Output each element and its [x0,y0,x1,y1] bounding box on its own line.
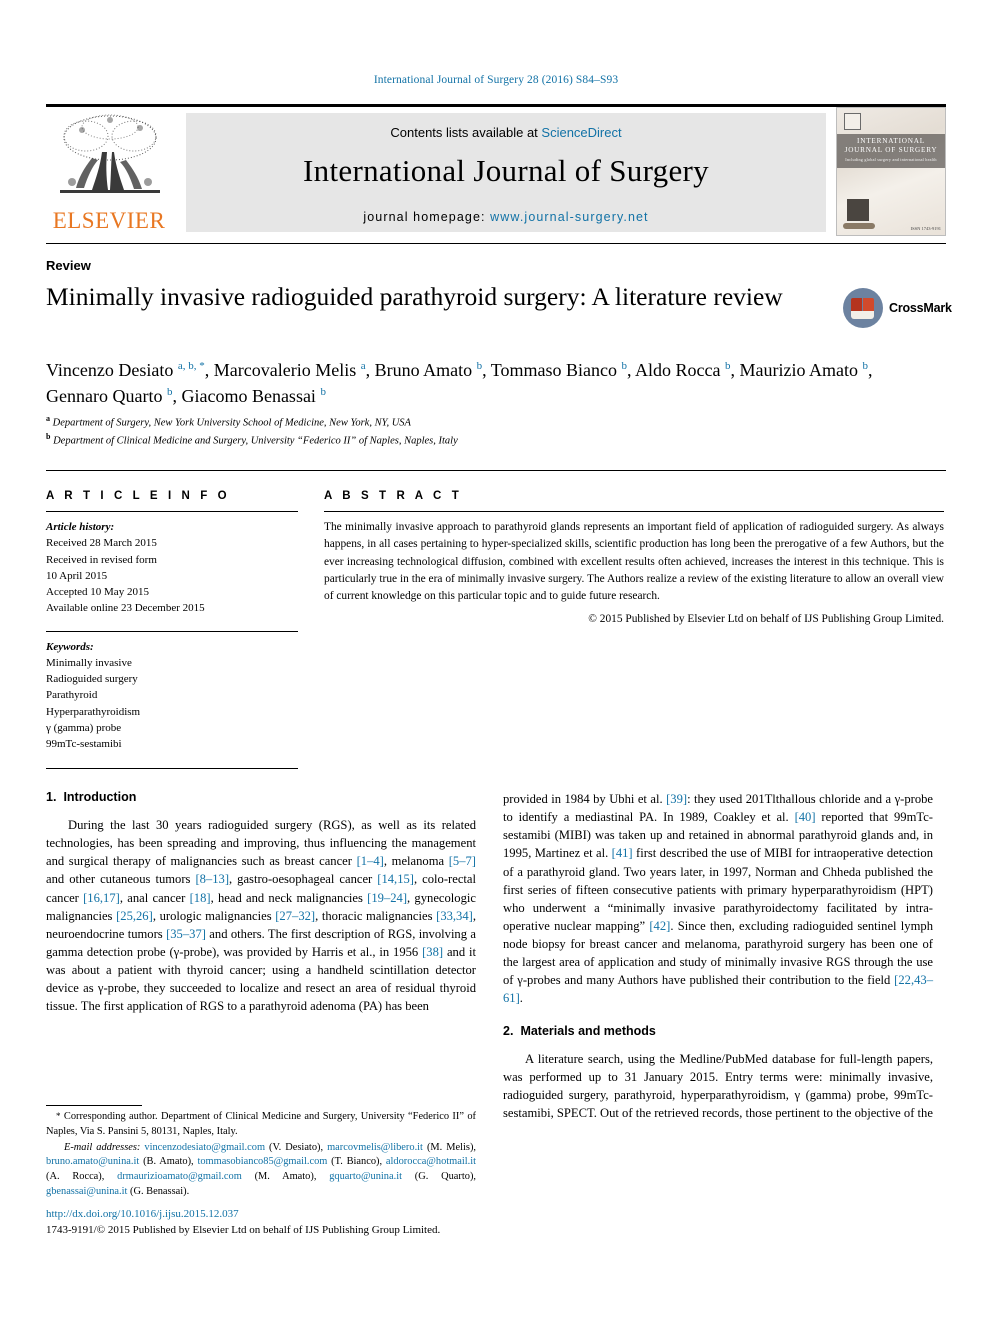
info-block-top-rule [46,470,946,471]
history-item: Received in revised form [46,553,157,566]
journal-homepage-link[interactable]: www.journal-surgery.net [490,210,648,224]
keyword-item: Parathyroid [46,689,98,702]
section-title: Materials and methods [520,1023,656,1038]
crossmark-book-pages [851,311,874,319]
article-info-block: A R T I C L E I N F O Article history: R… [46,490,298,770]
keywords-label: Keywords: [46,640,94,653]
paragraph: provided in 1984 by Ubhi et al. [39]: th… [503,792,933,1006]
cover-issn: ISSN 1743-9191 [910,226,941,231]
journal-title: International Journal of Surgery [303,153,709,188]
elsevier-wordmark: ELSEVIER [52,208,166,233]
contents-prefix: Contents lists available at [390,125,542,140]
article-info-separator [46,630,298,632]
article-info-rule [46,511,298,512]
section-number: 1. [46,790,57,804]
page-title: Minimally invasive radioguided parathyro… [46,282,783,311]
history-item: Received 28 March 2015 [46,537,157,550]
journal-band: Contents lists available at ScienceDirec… [186,113,826,232]
article-history-label: Article history: [46,521,115,533]
abstract-copyright: © 2015 Published by Elsevier Ltd on beha… [588,612,944,625]
cover-title-line1: INTERNATIONAL [857,137,925,145]
crossmark-label: CrossMark [889,301,952,315]
cover-title-line2: JOURNAL OF SURGERY [844,146,938,154]
cover-crest-ribbon [843,223,875,229]
footnote-rule [46,1105,142,1106]
footnote-block: * Corresponding author. Department of Cl… [46,1110,476,1200]
crossmark-badge-group[interactable]: CrossMark [843,288,952,334]
elsevier-logo: ELSEVIER [48,112,170,234]
keywords-group: Keywords: Minimally invasive Radioguided… [46,639,298,753]
contents-line: Contents lists available at ScienceDirec… [186,125,826,140]
corresponding-author-note: * Corresponding author. Department of Cl… [46,1111,476,1137]
history-item: 10 April 2015 [46,569,108,582]
body-column-right: provided in 1984 by Ubhi et al. [39]: th… [503,790,933,1132]
journal-masthead: ELSEVIER Contents lists available at Sci… [46,104,946,236]
article-history-group: Article history: Received 28 March 2015 … [46,519,298,617]
article-info-heading: A R T I C L E I N F O [46,490,231,502]
homepage-prefix: journal homepage: [363,210,491,224]
keyword-item: 99mTc-sestamibi [46,738,122,751]
masthead-bottom-rule [46,243,946,244]
body-column-left: 1. Introduction During the last 30 years … [46,790,476,1025]
section-heading-materials-and-methods: 2. Materials and methods [503,1024,933,1038]
journal-homepage-line: journal homepage: www.journal-surgery.ne… [186,210,826,224]
paragraph: During the last 30 years radioguided sur… [46,818,477,1014]
section-title: Introduction [63,790,137,804]
issn-copyright-line: 1743-9191/© 2015 Published by Elsevier L… [46,1223,441,1236]
masthead-top-rule [46,104,946,107]
elsevier-tree-icon [60,114,160,193]
email-addresses-note: E-mail addresses: vincenzodesiato@gmail.… [46,1141,477,1197]
sciencedirect-link[interactable]: ScienceDirect [541,125,621,140]
crossmark-icon [843,288,883,328]
cover-title-band: INTERNATIONAL JOURNAL OF SURGERY Includi… [837,134,945,168]
cover-crest-icon [847,199,869,221]
abstract-heading: A B S T R A C T [324,490,463,502]
running-head: International Journal of Surgery 28 (201… [373,74,619,86]
keyword-item: Minimally invasive [46,656,132,669]
paragraph: A literature search, using the Medline/P… [503,1051,933,1120]
history-item: Accepted 10 May 2015 [46,586,149,599]
publication-footer: http://dx.doi.org/10.1016/j.ijsu.2015.12… [46,1207,546,1239]
cover-publisher-mark [844,113,861,130]
journal-cover-thumbnail: INTERNATIONAL JOURNAL OF SURGERY Includi… [836,107,946,236]
doi-link[interactable]: http://dx.doi.org/10.1016/j.ijsu.2015.12… [46,1208,239,1220]
keyword-item: γ (gamma) probe [46,721,122,734]
affiliation-list: a Department of Surgery, New York Univer… [46,414,458,447]
cover-subtitle: Including global surgery and internation… [845,157,937,162]
abstract-rule [324,511,944,512]
paper-page: International Journal of Surgery 28 (201… [0,0,992,1323]
abstract-block: A B S T R A C T The minimally invasive a… [324,490,944,625]
history-item: Available online 23 December 2015 [46,602,205,615]
abstract-text: The minimally invasive approach to parat… [324,521,944,603]
author-list: Vincenzo Desiato a, b, *, Marcovalerio M… [46,360,873,406]
section-heading-introduction: 1. Introduction [46,790,476,804]
keyword-item: Radioguided surgery [46,673,138,686]
keyword-item: Hyperparathyroidism [46,705,141,718]
article-type-label: Review [46,258,91,273]
article-info-bottom-rule [46,768,298,770]
section-number: 2. [503,1023,514,1038]
